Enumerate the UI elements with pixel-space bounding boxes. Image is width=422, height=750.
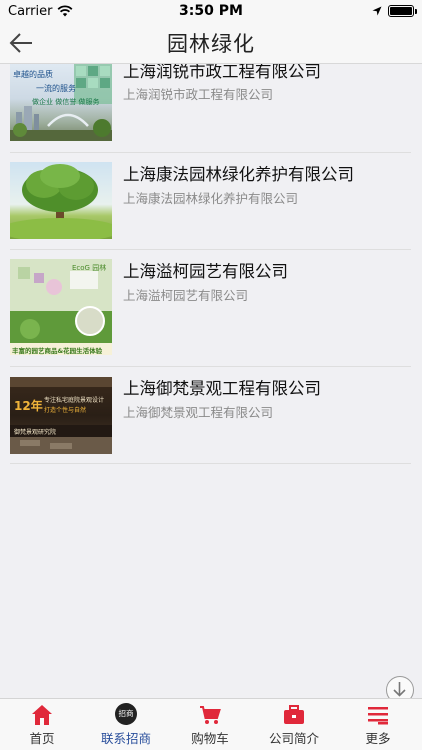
tab-company-intro[interactable]: 公司简介 xyxy=(252,699,336,750)
thumb-brand: EcoG 园林 xyxy=(72,264,107,272)
more-list-icon xyxy=(368,707,388,725)
tab-home[interactable]: 首页 xyxy=(0,699,84,750)
tab-recruit[interactable]: 招商 联系招商 xyxy=(84,699,168,750)
company-list: 卓越的品质 一流的服务 做企业 做信誉 做服务 上海润锐市政工程有限公司 上海润… xyxy=(0,64,422,698)
carrier-label: Carrier xyxy=(8,3,53,19)
company-thumbnail: EcoG 园林 丰富的园艺商品&花园生活体验 xyxy=(10,259,112,355)
company-thumbnail: 12年 专注私宅庭院景观设计 打造个性与自然 御梵景观研究院 xyxy=(10,377,112,454)
company-subtitle: 上海溢柯园艺有限公司 xyxy=(123,288,249,303)
cart-icon xyxy=(200,706,221,724)
company-subtitle: 上海润锐市政工程有限公司 xyxy=(123,87,274,102)
thumb-text-1: 专注私宅庭院景观设计 xyxy=(44,397,105,404)
home-icon xyxy=(32,705,52,725)
company-subtitle: 上海康法园林绿化养护有限公司 xyxy=(123,191,299,206)
tab-label: 联系招商 xyxy=(100,731,151,746)
tab-cart[interactable]: 购物车 xyxy=(168,699,252,750)
company-thumbnail xyxy=(10,162,112,239)
company-name: 上海康法园林绿化养护有限公司 xyxy=(123,165,354,184)
thumb-caption: 丰富的园艺商品&花园生活体验 xyxy=(12,347,103,355)
tab-label: 购物车 xyxy=(191,731,229,746)
company-thumbnail: 卓越的品质 一流的服务 做企业 做信誉 做服务 xyxy=(10,64,112,141)
thumb-text-2: 御梵景观研究院 xyxy=(14,429,57,436)
back-arrow-icon[interactable] xyxy=(8,30,34,56)
wifi-icon xyxy=(58,5,73,17)
tab-bar: 首页 招商 联系招商 购物车 公司简介 更多 xyxy=(0,698,422,750)
thumb-text-3: 做企业 做信誉 做服务 xyxy=(32,98,100,106)
tab-label: 首页 xyxy=(29,731,55,746)
battery-icon xyxy=(388,5,417,17)
thumb-text-1: 卓越的品质 xyxy=(13,70,53,79)
tab-label: 公司简介 xyxy=(268,731,319,746)
recruit-badge-icon: 招商 xyxy=(115,703,137,725)
company-name: 上海溢柯园艺有限公司 xyxy=(123,262,288,281)
location-arrow-icon xyxy=(372,6,382,16)
list-item[interactable]: 上海康法园林绿化养护有限公司 上海康法园林绿化养护有限公司 xyxy=(10,153,411,250)
briefcase-icon xyxy=(284,705,304,724)
company-name: 上海润锐市政工程有限公司 xyxy=(123,64,321,81)
thumb-text-3: 打造个性与自然 xyxy=(44,407,87,414)
thumb-years: 12年 xyxy=(14,399,43,413)
company-subtitle: 上海御梵景观工程有限公司 xyxy=(123,405,274,420)
list-item[interactable]: 12年 专注私宅庭院景观设计 打造个性与自然 御梵景观研究院 上海御梵景观工程有… xyxy=(10,367,411,464)
tab-label: 更多 xyxy=(365,731,391,746)
tab-more[interactable]: 更多 xyxy=(336,699,420,750)
status-bar: Carrier 3:50 PM xyxy=(0,0,422,22)
list-item[interactable]: EcoG 园林 丰富的园艺商品&花园生活体验 上海溢柯园艺有限公司 上海溢柯园艺… xyxy=(10,250,411,367)
thumb-text-2: 一流的服务 xyxy=(36,84,76,93)
company-name: 上海御梵景观工程有限公司 xyxy=(123,379,321,398)
navigation-bar: 园林绿化 xyxy=(0,22,422,64)
list-item[interactable]: 卓越的品质 一流的服务 做企业 做信誉 做服务 上海润锐市政工程有限公司 上海润… xyxy=(10,64,411,153)
page-title: 园林绿化 xyxy=(167,31,255,56)
